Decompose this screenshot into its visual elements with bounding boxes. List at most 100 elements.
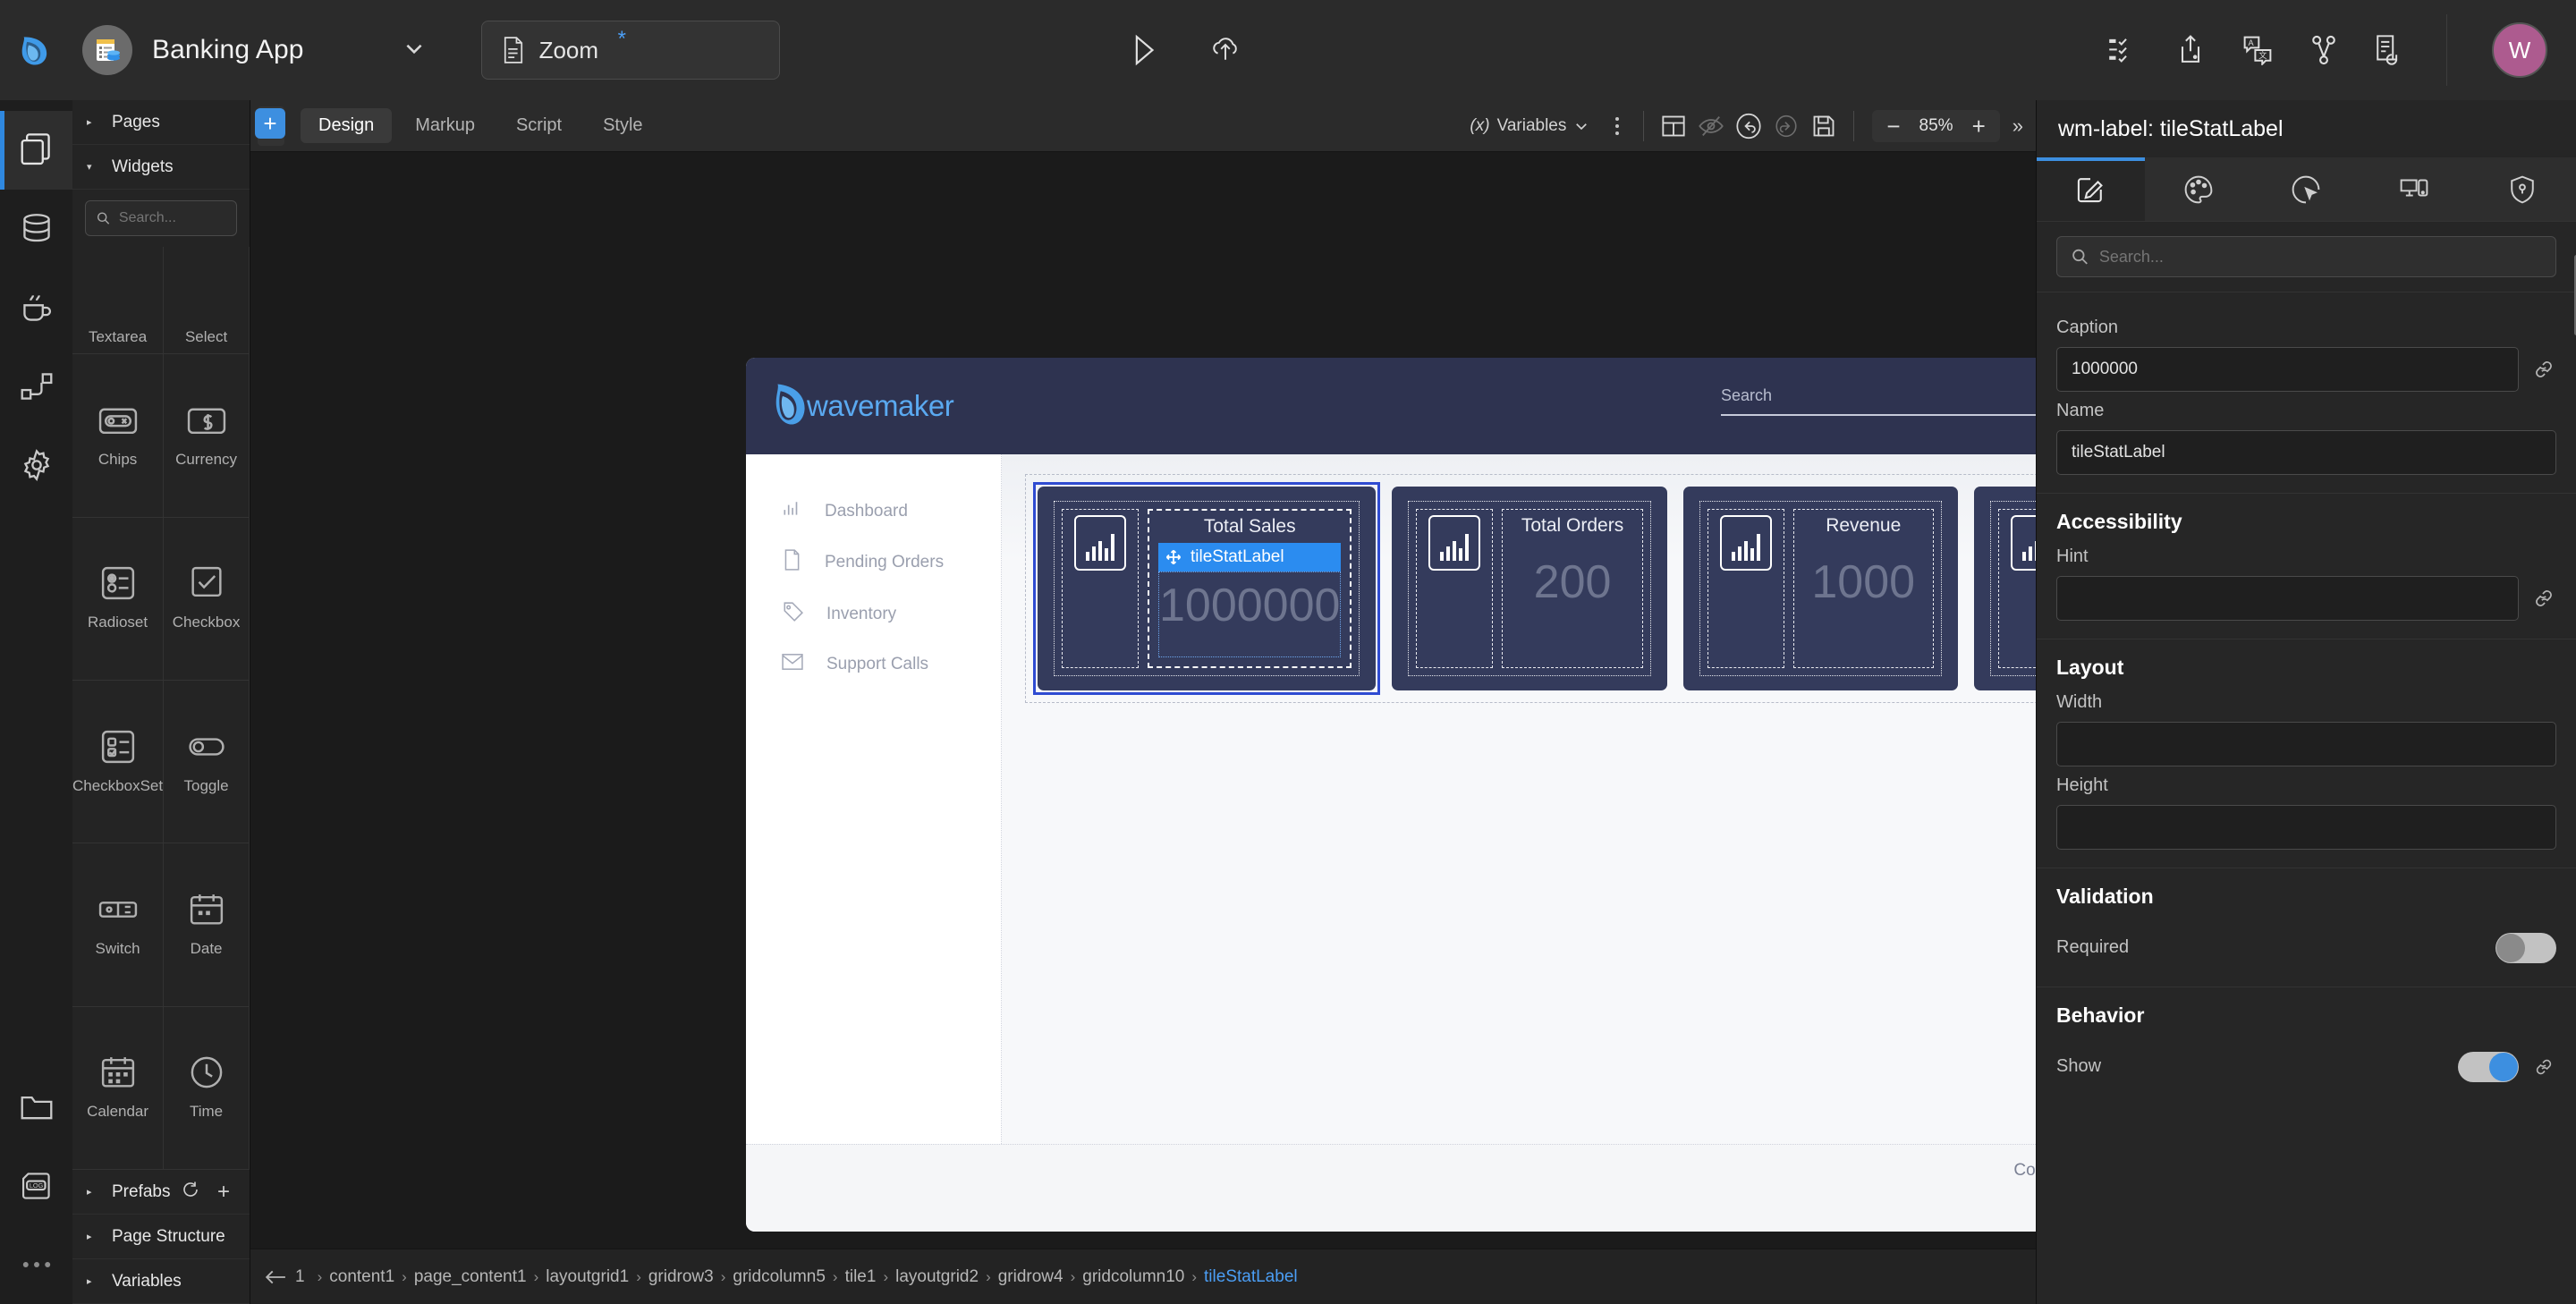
bind-link-icon[interactable]	[2531, 588, 2556, 609]
variables-button[interactable]: (x) Variables	[1457, 116, 1602, 136]
section-page-structure[interactable]: ▸ Page Structure	[72, 1215, 250, 1259]
tab-design[interactable]: Design	[301, 108, 392, 143]
name-field[interactable]: tileStatLabel	[2056, 430, 2556, 475]
height-field[interactable]	[2056, 805, 2556, 850]
zoom-in-button[interactable]: +	[1972, 114, 1986, 138]
rail-item-webservice[interactable]	[0, 347, 72, 426]
widget-toggle[interactable]: Toggle	[164, 681, 250, 843]
toggle-icon	[186, 729, 227, 765]
widget-chips[interactable]: Chips	[72, 354, 164, 517]
refresh-icon[interactable]	[182, 1181, 199, 1204]
properties-search-input[interactable]	[2099, 248, 2541, 267]
redo-icon[interactable]	[1767, 107, 1805, 145]
layout-grid-icon[interactable]	[1655, 107, 1692, 145]
devices-tab[interactable]	[2360, 157, 2469, 221]
widget-calendar[interactable]: Calendar	[72, 1007, 164, 1170]
widget-currency[interactable]: Currency	[164, 354, 250, 517]
breadcrumb-item-tileStatLabel[interactable]: tileStatLabel	[1204, 1267, 1298, 1287]
breadcrumb-item-tile1[interactable]: tile1	[845, 1267, 877, 1287]
rail-item-database[interactable]	[0, 190, 72, 268]
rail-item-java-service[interactable]	[0, 268, 72, 347]
breadcrumb-item-gridcolumn10[interactable]: gridcolumn10	[1082, 1267, 1184, 1287]
section-pages[interactable]: ▸ Pages +	[72, 100, 250, 145]
expand-right-panel-button[interactable]: »	[2000, 114, 2023, 138]
widget-switch[interactable]: Switch	[72, 843, 164, 1006]
wavemaker-logo-icon[interactable]	[5, 30, 72, 70]
breadcrumb-item-layoutgrid2[interactable]: layoutgrid2	[895, 1267, 979, 1287]
widget-checkboxset[interactable]: CheckboxSet	[72, 681, 164, 843]
preview-nav-inventory[interactable]: Inventory	[746, 588, 1001, 640]
tile-card[interactable]: Revenue 1000	[1683, 487, 1958, 690]
tile-card[interactable]: Total Orders 200	[1392, 487, 1666, 690]
widget-search[interactable]	[85, 200, 237, 236]
avatar[interactable]: W	[2492, 22, 2547, 78]
tile-card[interactable]: Sales 1000	[1974, 487, 2036, 690]
preview-search[interactable]: Search	[1721, 386, 2036, 416]
zoom-out-button[interactable]: −	[1886, 114, 1900, 138]
tile-3[interactable]: Revenue 1000	[1681, 484, 1961, 693]
rail-item-logs[interactable]: LOG	[0, 1147, 72, 1225]
section-widgets[interactable]: ▾ Widgets	[72, 145, 250, 190]
run-preview-icon[interactable]	[1129, 33, 1159, 67]
save-icon[interactable]	[1805, 107, 1843, 145]
chevron-down-icon[interactable]	[402, 37, 426, 64]
preview-nav-support-calls[interactable]: Support Calls	[746, 640, 1001, 689]
selected-widget-badge[interactable]: tileStatLabel	[1158, 543, 1341, 572]
tile-2[interactable]: Total Orders 200	[1389, 484, 1669, 693]
translate-icon[interactable]: A 文	[2242, 35, 2273, 65]
tab-style[interactable]: Style	[585, 108, 660, 143]
widget-radioset[interactable]: Radioset	[72, 518, 164, 681]
tile-value-box[interactable]: 1000000	[1158, 572, 1341, 657]
widget-select[interactable]: Select	[164, 247, 250, 354]
rail-item-settings[interactable]	[0, 426, 72, 504]
app-selector[interactable]: Banking App	[82, 25, 304, 75]
width-field[interactable]	[2056, 722, 2556, 766]
caption-field[interactable]: 1000000	[2056, 347, 2519, 392]
add-prefab-button[interactable]: +	[217, 1181, 230, 1203]
breadcrumb-item-page_content1[interactable]: page_content1	[414, 1267, 527, 1287]
section-prefabs[interactable]: ▸ Prefabs +	[72, 1170, 250, 1215]
breadcrumb-item-gridcolumn5[interactable]: gridcolumn5	[733, 1267, 826, 1287]
checklist-icon[interactable]	[2108, 37, 2139, 64]
preview-nav-pending-orders[interactable]: Pending Orders	[746, 537, 1001, 588]
widget-textarea[interactable]: Textarea	[72, 247, 164, 354]
publish-icon[interactable]	[2176, 34, 2205, 66]
rail-item-more[interactable]	[0, 1225, 72, 1304]
tab-script[interactable]: Script	[498, 108, 580, 143]
tile-1[interactable]: Total Sales tileStatLabel 1000000	[1035, 484, 1378, 693]
widget-time[interactable]: Time	[164, 1007, 250, 1170]
hint-field[interactable]	[2056, 576, 2519, 621]
widget-date[interactable]: Date	[164, 843, 250, 1006]
security-tab[interactable]	[2468, 157, 2576, 221]
tile-card[interactable]: Total Sales tileStatLabel 1000000	[1038, 487, 1376, 690]
bind-link-icon[interactable]	[2531, 359, 2556, 380]
add-page-button[interactable]: +	[255, 108, 285, 139]
widget-checkbox[interactable]: Checkbox	[164, 518, 250, 681]
properties-tab[interactable]	[2037, 157, 2145, 221]
breadcrumb-item-gridrow3[interactable]: gridrow3	[648, 1267, 714, 1287]
breadcrumb-back-button[interactable]: 1	[265, 1267, 305, 1287]
properties-search[interactable]	[2056, 236, 2556, 277]
widget-search-input[interactable]	[119, 210, 225, 226]
sync-icon[interactable]	[2375, 35, 2402, 65]
rail-item-artifacts[interactable]	[0, 1068, 72, 1147]
cloud-upload-icon[interactable]	[1209, 34, 1241, 66]
tile-4[interactable]: Sales 1000	[1971, 484, 2036, 693]
breadcrumb-item-layoutgrid1[interactable]: layoutgrid1	[546, 1267, 629, 1287]
preview-nav-dashboard[interactable]: Dashboard	[746, 487, 1001, 537]
show-toggle[interactable]	[2458, 1052, 2519, 1082]
breadcrumb-item-gridrow4[interactable]: gridrow4	[998, 1267, 1063, 1287]
tab-markup[interactable]: Markup	[397, 108, 493, 143]
style-tab[interactable]	[2145, 157, 2253, 221]
events-tab[interactable]	[2252, 157, 2360, 221]
rail-item-pages[interactable]	[0, 111, 72, 190]
required-toggle[interactable]	[2496, 933, 2556, 963]
branch-merge-icon[interactable]	[2310, 35, 2337, 65]
toggle-visibility-icon[interactable]	[1692, 107, 1730, 145]
section-variables[interactable]: ▸ Variables	[72, 1259, 250, 1304]
bind-link-icon[interactable]	[2531, 1057, 2556, 1077]
more-options-button[interactable]	[1602, 117, 1632, 135]
tab-zoom[interactable]: Zoom *	[481, 21, 780, 80]
undo-icon[interactable]	[1730, 107, 1767, 145]
breadcrumb-item-content1[interactable]: content1	[329, 1267, 394, 1287]
